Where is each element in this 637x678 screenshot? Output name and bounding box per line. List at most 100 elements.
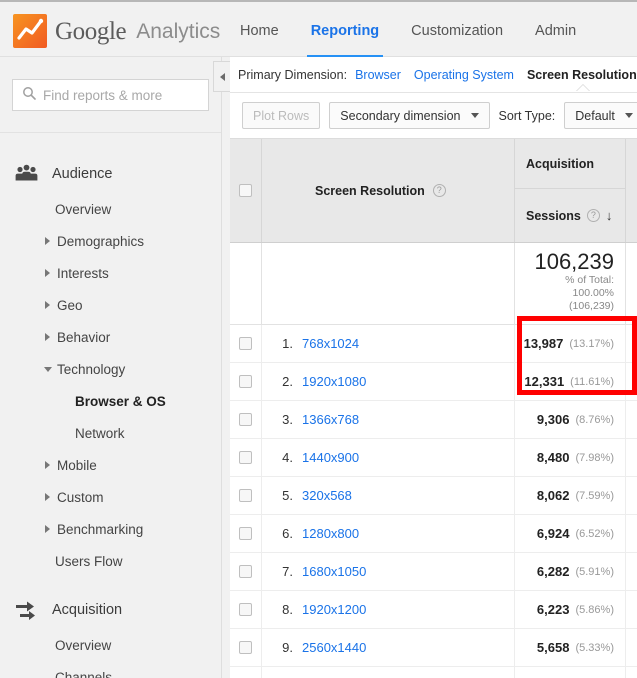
table-row[interactable]: 5. 320x568 8,062 (7.59%) xyxy=(230,477,637,515)
select-all-checkbox[interactable] xyxy=(239,184,252,197)
topnav-item-admin[interactable]: Admin xyxy=(533,2,578,59)
row-checkbox[interactable] xyxy=(239,413,252,426)
sidebar-item-overview[interactable]: Overview xyxy=(0,193,221,225)
sidebar-collapse-button[interactable] xyxy=(213,61,230,92)
search-input[interactable] xyxy=(43,87,220,103)
row-index: 4. xyxy=(282,450,293,465)
metric-group-label: Acquisition xyxy=(515,139,625,189)
row-checkbox-cell xyxy=(230,553,262,590)
sidebar-section-acquisition[interactable]: Acquisition xyxy=(0,591,221,629)
help-icon[interactable]: ? xyxy=(586,209,600,222)
sidebar-item-label: Interests xyxy=(57,265,109,281)
row-sessions-cell: 6,282 (5.91%) xyxy=(515,553,625,590)
row-checkbox-cell xyxy=(230,363,262,400)
primary-dimension-operating-system[interactable]: Operating System xyxy=(414,68,514,82)
chevron-right-icon xyxy=(44,268,53,278)
row-dimension-cell: 9. 2560x1440 xyxy=(262,629,515,666)
row-checkbox-cell xyxy=(230,515,262,552)
row-checkbox-cell xyxy=(230,667,262,678)
google-analytics-screen: Google Analytics Home Reporting Customiz… xyxy=(0,0,637,678)
search-box[interactable] xyxy=(12,79,220,111)
row-resolution-link[interactable]: 768x1024 xyxy=(302,336,359,351)
table-row[interactable]: 2. 1920x1080 12,331 (11.61%) xyxy=(230,363,637,401)
row-checkbox[interactable] xyxy=(239,603,252,616)
row-index: 9. xyxy=(282,640,293,655)
brand-analytics-text: Analytics xyxy=(136,19,221,43)
topnav-item-home[interactable]: Home xyxy=(238,2,281,59)
sidebar-section-audience[interactable]: Audience xyxy=(0,155,221,193)
table-row[interactable]: 4. 1440x900 8,480 (7.98%) xyxy=(230,439,637,477)
primary-dimension-screen-resolution[interactable]: Screen Resolution xyxy=(527,68,637,82)
row-resolution-link[interactable]: 1440x900 xyxy=(302,450,359,465)
row-resolution-link[interactable]: 320x568 xyxy=(302,488,352,503)
sidebar-item-channels[interactable]: Channels xyxy=(0,661,221,678)
row-checkbox[interactable] xyxy=(239,337,252,350)
sort-type-dropdown[interactable]: Default xyxy=(564,102,637,129)
sessions-header[interactable]: Sessions ? ↓ xyxy=(515,189,625,242)
row-resolution-link[interactable]: 2560x1440 xyxy=(302,640,366,655)
sidebar-item-label: Users Flow xyxy=(55,553,123,569)
sidebar-item-interests[interactable]: Interests xyxy=(0,257,221,289)
row-checkbox[interactable] xyxy=(239,641,252,654)
row-checkbox[interactable] xyxy=(239,527,252,540)
row-dimension-cell: 10. 1280x1024 xyxy=(262,667,515,678)
sort-type-label: Sort Type: xyxy=(498,108,556,123)
table-row[interactable]: 10. 1280x1024 3,609 (3.40%) xyxy=(230,667,637,678)
sidebar-item-label: Overview xyxy=(55,201,112,217)
row-resolution-link[interactable]: 1680x1050 xyxy=(302,564,366,579)
help-icon[interactable]: ? xyxy=(432,184,446,197)
sidebar-section-acquisition-label: Acquisition xyxy=(52,602,123,618)
sidebar-item-mobile[interactable]: Mobile xyxy=(0,449,221,481)
table-row[interactable]: 1. 768x1024 13,987 (13.17%) xyxy=(230,325,637,363)
row-next-column-edge xyxy=(625,515,637,552)
row-checkbox[interactable] xyxy=(239,451,252,464)
table-row[interactable]: 8. 1920x1200 6,223 (5.86%) xyxy=(230,591,637,629)
summary-dimension-cell xyxy=(262,243,515,324)
row-checkbox[interactable] xyxy=(239,375,252,388)
primary-dimension-browser[interactable]: Browser xyxy=(355,68,401,82)
sidebar-item-label: Channels xyxy=(55,669,113,678)
plot-rows-button[interactable]: Plot Rows xyxy=(242,102,321,129)
sort-descending-icon[interactable]: ↓ xyxy=(606,209,613,222)
summary-sessions-cell: 106,239 % of Total: 100.00% (106,239) xyxy=(515,243,625,324)
sidebar-item-network[interactable]: Network xyxy=(0,417,221,449)
row-checkbox[interactable] xyxy=(239,489,252,502)
row-checkbox-cell xyxy=(230,629,262,666)
chevron-right-icon xyxy=(44,332,53,342)
row-next-column-edge xyxy=(625,363,637,400)
row-checkbox[interactable] xyxy=(239,565,252,578)
sidebar-item-browser-and-os[interactable]: Browser & OS xyxy=(0,385,221,417)
sidebar-item-demographics[interactable]: Demographics xyxy=(0,225,221,257)
chevron-right-icon xyxy=(44,492,53,502)
summary-total: 106,239 xyxy=(534,249,614,274)
table-row[interactable]: 9. 2560x1440 5,658 (5.33%) xyxy=(230,629,637,667)
sidebar-item-custom[interactable]: Custom xyxy=(0,481,221,513)
sidebar-item-acquisition-overview[interactable]: Overview xyxy=(0,629,221,661)
table-row[interactable]: 3. 1366x768 9,306 (8.76%) xyxy=(230,401,637,439)
row-sessions-value: 6,924 xyxy=(536,526,570,541)
row-resolution-link[interactable]: 1920x1080 xyxy=(302,374,366,389)
chevron-down-icon xyxy=(624,113,633,118)
sidebar-item-users-flow[interactable]: Users Flow xyxy=(0,545,221,577)
row-dimension-cell: 2. 1920x1080 xyxy=(262,363,515,400)
row-sessions-cell: 8,062 (7.59%) xyxy=(515,477,625,514)
table-header: Screen Resolution ? Acquisition Sessions… xyxy=(230,139,637,243)
table-row[interactable]: 7. 1680x1050 6,282 (5.91%) xyxy=(230,553,637,591)
table-row[interactable]: 6. 1280x800 6,924 (6.52%) xyxy=(230,515,637,553)
sidebar-item-label: Benchmarking xyxy=(57,521,144,537)
sidebar-item-label: Browser & OS xyxy=(75,393,166,409)
row-resolution-link[interactable]: 1366x768 xyxy=(302,412,359,427)
sidebar-item-technology[interactable]: Technology xyxy=(0,353,221,385)
secondary-dimension-dropdown[interactable]: Secondary dimension xyxy=(329,102,490,129)
topnav-item-customization[interactable]: Customization xyxy=(409,2,505,59)
sidebar-item-label: Custom xyxy=(57,489,104,505)
sidebar-item-geo[interactable]: Geo xyxy=(0,289,221,321)
topnav-item-reporting[interactable]: Reporting xyxy=(306,2,384,59)
data-table: Screen Resolution ? Acquisition Sessions… xyxy=(230,138,637,678)
row-resolution-link[interactable]: 1920x1200 xyxy=(302,602,366,617)
sidebar-item-benchmarking[interactable]: Benchmarking xyxy=(0,513,221,545)
sidebar-item-behavior[interactable]: Behavior xyxy=(0,321,221,353)
row-resolution-link[interactable]: 1280x800 xyxy=(302,526,359,541)
row-dimension-cell: 1. 768x1024 xyxy=(262,325,515,362)
secondary-dimension-label: Secondary dimension xyxy=(340,108,461,123)
